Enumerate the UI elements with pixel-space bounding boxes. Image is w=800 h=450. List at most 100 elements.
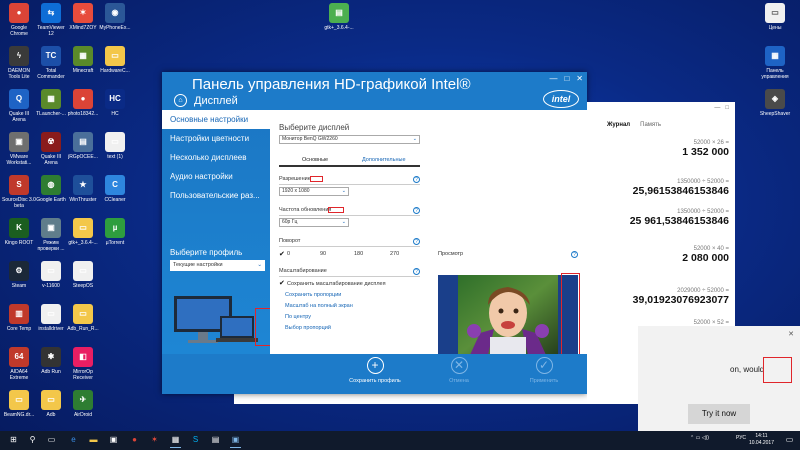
rotation-option-90[interactable]: 90 [320,251,326,257]
desktop-icon[interactable]: ⚙ Steam [2,261,36,289]
minimize-button[interactable]: — [549,74,557,83]
desktop-icon[interactable]: K Kingo ROOT [2,218,36,246]
display-select[interactable]: Монитор BenQ GW2260 ⌄ [279,135,420,144]
save-profile-button[interactable]: + Сохранить профиль [345,357,405,384]
xmind-icon[interactable]: ✶ [149,434,160,445]
minimize-button[interactable]: — [714,105,720,111]
desktop-icon[interactable]: C CCleaner [98,175,132,203]
desktop-icon[interactable]: ▭ SteepOS [66,261,100,289]
rotation-option-0[interactable]: 0 [287,251,290,257]
sidebar-item-color[interactable]: Настройки цветности [162,129,270,148]
refresh-select[interactable]: 60р Гц ⌄ [279,218,349,227]
search-icon[interactable]: ⚲ [27,434,38,445]
desktop-icon[interactable]: ✈ AirDroid [66,390,100,418]
desktop-icon[interactable]: ✱ Adb Run [34,347,68,375]
desktop-icon[interactable]: ▭ gtk+_3.6.4-... [66,218,100,246]
cancel-button[interactable]: ✕ Отмена [429,357,489,384]
desktop-icon[interactable]: ▭ Adb [34,390,68,418]
desktop-icon[interactable]: ◈ SheepShaver [758,89,792,117]
desktop-icon[interactable]: ▭ installdriver [34,304,68,332]
desktop-icon[interactable]: ▭ BeamNG.dr... [2,390,36,418]
desktop-icon[interactable]: µ µTorrent [98,218,132,246]
sidebar-item-custom[interactable]: Пользовательские раз... [162,186,270,205]
desktop-icon[interactable]: ★ WinThruster [66,175,100,203]
calculator-icon[interactable]: ▦ [170,434,181,448]
desktop-icon[interactable]: ϟ DAEMON Tools Lite [2,46,36,80]
desktop-icon[interactable]: ✶ XMind7ZOY [66,3,100,31]
scaling-keep-option[interactable]: Сохранить масштабирование дисплея [287,281,386,287]
desktop-icon[interactable]: Q Quake III Arena [2,89,36,123]
scaling-link-custom[interactable]: Выбор пропорций [285,325,331,331]
history-entry[interactable]: 1350000 ÷ 52000 = 25 961,53846153846 [630,209,729,227]
rotation-option-270[interactable]: 270 [390,251,399,257]
desktop-icon[interactable]: ▦ Панель управления [758,46,792,80]
chrome-icon[interactable]: ● [129,434,140,445]
maximize-button[interactable]: □ [564,74,569,83]
desktop-icon[interactable]: S SourceDisc 3.0 beta [2,175,36,209]
history-entry[interactable]: 52000 × 40 = 2 080 000 [682,246,729,264]
desktop-icon[interactable]: ▦ Minecraft [66,46,100,74]
help-icon[interactable]: ? [413,238,420,245]
history-entry[interactable]: 2029000 ÷ 52000 = 39,01923076923077 [633,288,729,306]
history-entry[interactable]: 1350000 ÷ 52000 = 25,96153846153846 [633,179,729,197]
scaling-check-icon[interactable]: ✔ [279,279,285,287]
scaling-link-fullscreen[interactable]: Масштаб на полный экран [285,303,353,309]
title-bar[interactable]: Панель управления HD-графикой Intel® — □… [162,72,587,110]
close-button[interactable]: ✕ [576,74,583,83]
home-icon[interactable]: ⌂ [174,94,187,107]
rotation-option-180[interactable]: 180 [354,251,363,257]
desktop-icon[interactable]: ▭ Цены [758,3,792,31]
language-indicator[interactable]: РУС [736,435,746,441]
desktop-icon[interactable]: ▣ Режим проверки ... [34,218,68,252]
file-explorer-icon[interactable]: ▬ [88,434,99,445]
scaling-link-center[interactable]: По центру [285,314,311,320]
notifications-icon[interactable]: ▭ [784,434,795,445]
task-view-icon[interactable]: ▭ [46,434,57,445]
desktop-icon[interactable]: ◉ MyPhoneEx... [98,3,132,31]
help-icon[interactable]: ? [413,207,420,214]
scaling-link-aspect[interactable]: Сохранить пропорции [285,292,341,298]
sidebar-item-audio[interactable]: Аудио настройки [162,167,270,186]
sidebar-item-multi-display[interactable]: Несколько дисплеев [162,148,270,167]
edge-icon[interactable]: e [68,434,79,445]
desktop-icon[interactable]: 64 AIDA64 Extreme [2,347,36,381]
history-entry[interactable]: 52000 × 26 = 1 352 000 [682,140,729,158]
tab-advanced[interactable]: Дополнительные [362,157,406,163]
tray-icons[interactable]: ⌃ ▭ ◁)) [690,435,709,441]
desktop-icon[interactable]: ▤ jRGpOCEE... [66,132,100,160]
intel-graphics-icon[interactable]: ▣ [230,434,241,448]
profile-select[interactable]: Текущие настройки ⌄ [170,260,265,271]
tab-history[interactable]: Журнал [607,122,630,128]
try-it-now-button[interactable]: Try it now [688,404,750,424]
rotation-check-icon[interactable]: ✔ [279,250,285,258]
desktop-icon[interactable]: ● Google Chrome [2,3,36,37]
close-icon[interactable]: ✕ [788,330,794,338]
desktop-icon[interactable]: ▭ v-11600 [34,261,68,289]
tab-basic[interactable]: Основные [302,157,328,163]
help-icon[interactable]: ? [571,251,578,258]
desktop-icon[interactable]: ◧ MirrorOp Receiver [66,347,100,381]
desktop-icon[interactable]: ▭ HardwareC... [98,46,132,74]
help-icon[interactable]: ? [413,268,420,275]
desktop-icon[interactable]: ▤ gtk+_3.6.4-... [322,3,356,31]
desktop-icon[interactable]: ⇆ TeamViewer 12 [34,3,68,37]
desktop-icon[interactable]: ◍ Google Earth [34,175,68,203]
store-icon[interactable]: ▣ [108,434,119,445]
clock[interactable]: 14:11 10.04.2017 [749,433,774,447]
desktop-icon[interactable]: ▦ TLauncher-... [34,89,68,117]
skype-icon[interactable]: S [190,434,201,445]
start-icon[interactable]: ⊞ [8,434,19,445]
desktop-icon[interactable]: ▭ text (1) [98,132,132,160]
sidebar-item-basic[interactable]: Основные настройки [162,110,270,129]
resolution-select[interactable]: 1920 x 1080 ⌄ [279,187,349,196]
desktop-icon[interactable]: ▥ Core Temp [2,304,36,332]
desktop-icon[interactable]: ▭ Adb_Run_R... [66,304,100,332]
maximize-button[interactable]: □ [725,105,729,111]
desktop-icon[interactable]: ☢ Quake III Arena [34,132,68,166]
desktop-icon[interactable]: ▣ VMware Workstati... [2,132,36,166]
desktop-icon[interactable]: ● photo18342... [66,89,100,117]
photos-icon[interactable]: ▤ [210,434,221,445]
desktop-icon[interactable]: TC Total Commander [34,46,68,80]
help-icon[interactable]: ? [413,176,420,183]
desktop-icon[interactable]: HC HC [98,89,132,117]
